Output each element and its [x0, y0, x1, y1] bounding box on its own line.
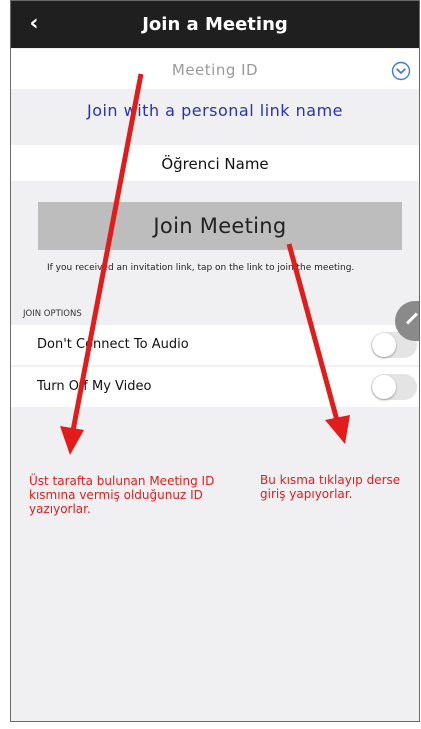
option-row-video: Turn Off My Video [11, 367, 419, 407]
meeting-id-input[interactable] [61, 56, 369, 84]
join-personal-link[interactable]: Join with a personal link name [11, 101, 419, 120]
chevron-down-circle-icon [391, 61, 411, 81]
page-title: Join a Meeting [142, 14, 288, 35]
join-options-header: JOIN OPTIONS [23, 309, 82, 319]
toggle-knob [372, 333, 396, 357]
meeting-id-row [11, 49, 419, 89]
app-screen: ‹ Join a Meeting Join with a personal li… [10, 0, 420, 722]
option-row-audio: Don't Connect To Audio [11, 325, 419, 365]
option-label-audio: Don't Connect To Audio [37, 337, 189, 352]
toggle-knob [372, 375, 396, 399]
annotation-right: Bu kısma tıklayıp derse giriş yapıyorlar… [260, 473, 401, 501]
annotation-left: Üst tarafta bulunan Meeting ID kısmına v… [29, 474, 215, 516]
header-bar: ‹ Join a Meeting [11, 1, 419, 48]
option-label-video: Turn Off My Video [37, 379, 152, 394]
video-toggle[interactable] [371, 374, 417, 400]
name-row [11, 145, 419, 181]
invitation-help-text: If you received an invitation link, tap … [47, 263, 355, 273]
pencil-icon [405, 312, 419, 325]
meeting-id-dropdown-button[interactable] [391, 61, 411, 81]
name-input[interactable] [51, 150, 379, 178]
join-meeting-button[interactable]: Join Meeting [38, 202, 402, 250]
